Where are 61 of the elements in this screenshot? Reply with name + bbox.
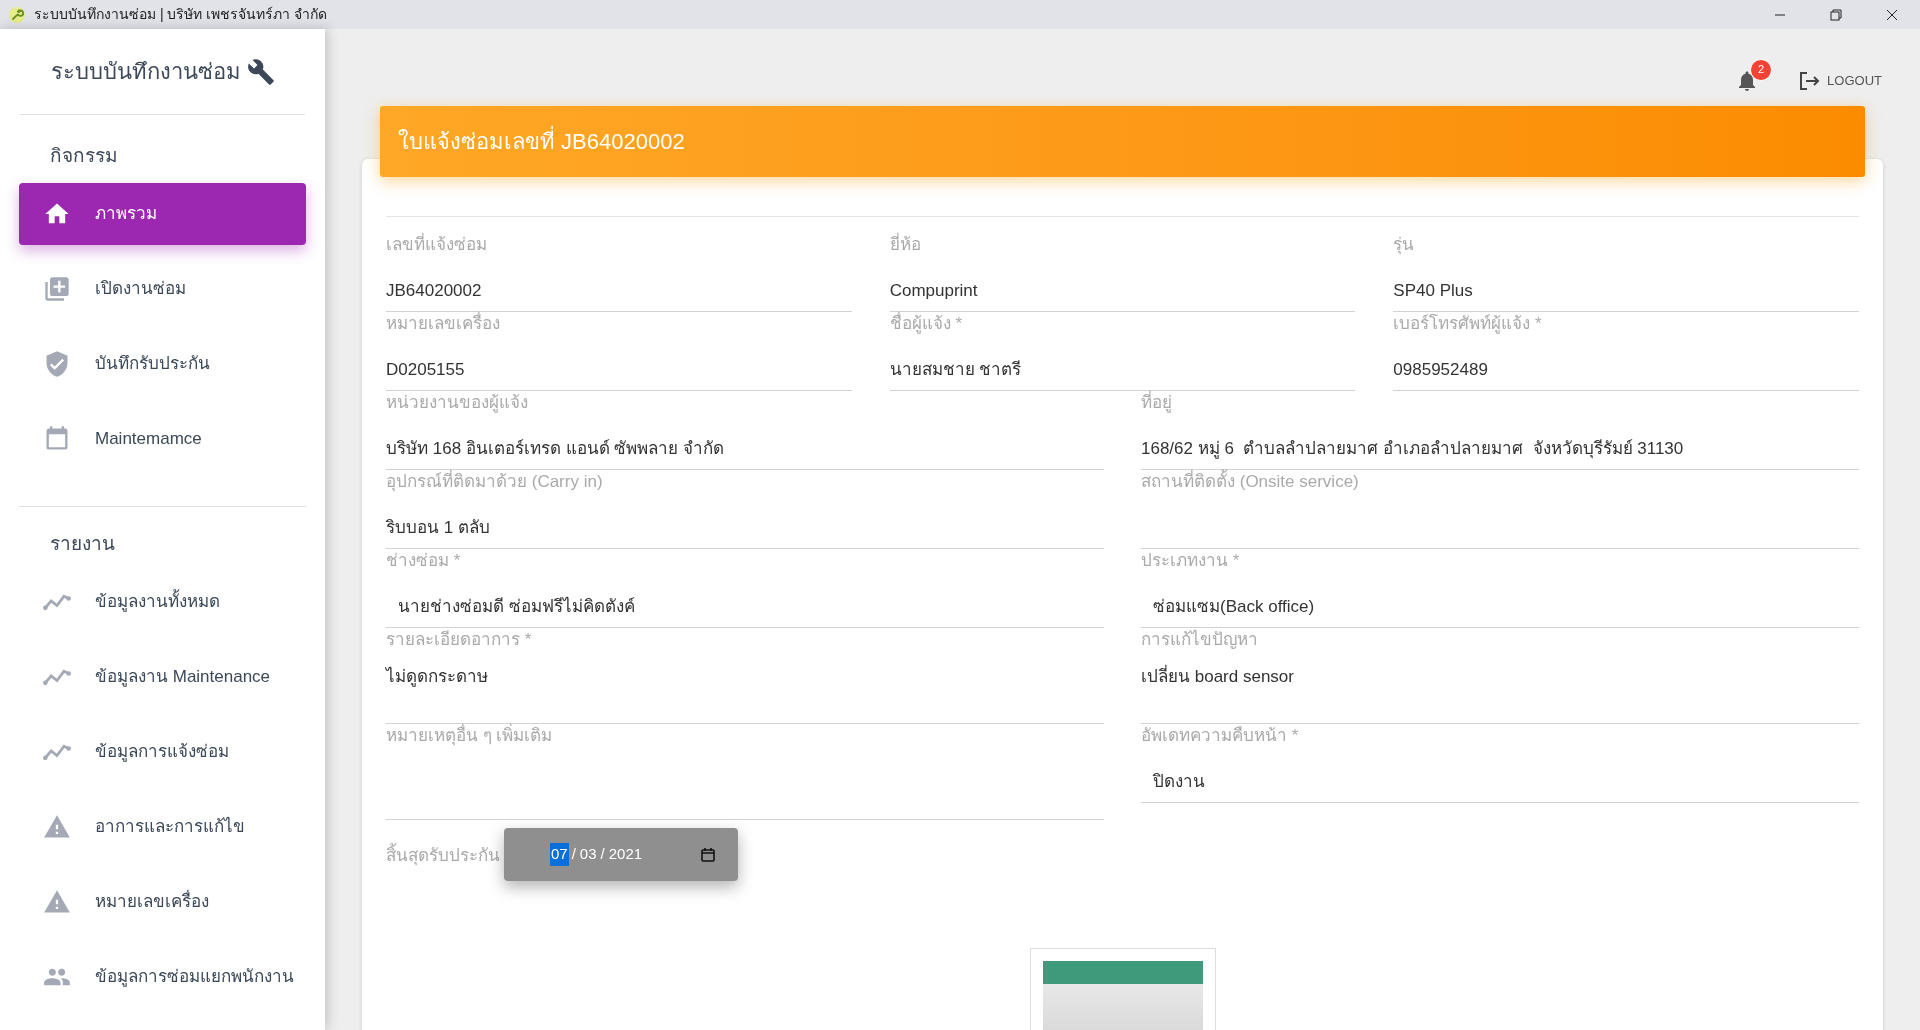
calendar-icon[interactable] [700, 846, 716, 863]
nav-item[interactable]: หมายเลขเครื่อง [19, 871, 306, 933]
restore-icon [1830, 8, 1842, 21]
warning-icon [43, 813, 71, 841]
field-label: ที่อยู่ [1141, 391, 1859, 415]
input-field[interactable]: บริษัท 168 อินเตอร์เทรด แอนด์ ซัพพลาย จำกัด [386, 415, 1104, 470]
date-input[interactable]: 07 / 03 / 2021 [504, 828, 738, 881]
input-field[interactable]: SP40 Plus [1393, 257, 1859, 312]
field-label: รุ่น [1393, 234, 1416, 257]
field-label: เลขที่แจ้งซ่อม [386, 233, 852, 257]
field-label: หมายเหตุอื่น ๆ เพิ่มเติม [386, 724, 1104, 748]
nav-item[interactable]: ข้อมูลงาน Maintenance [19, 646, 306, 708]
date-separator: / [570, 844, 577, 865]
image-thumbnail[interactable] [1029, 948, 1216, 1030]
field-label: หมายเลขเครื่อง [386, 312, 852, 336]
window-title: ระบบบันทึกงานซ่อม | บริษัท เพชรจันทร์ภา จำกัด [34, 5, 328, 24]
input-field[interactable]: 168/62 หมู่ 6 ตำบลลำปลายมาศ อำเภอลำปลายมาศ จังหวัดบุรีรัมย์ 31130 [1141, 415, 1859, 470]
field-label: สถานที่ติดตั้ง (Onsite service) [1141, 470, 1859, 494]
nav-item[interactable]: อาการและการแก้ไข [19, 796, 306, 858]
field-label: อุปกรณ์ที่ติดมาด้วย (Carry in) [386, 470, 1104, 494]
field-label: ประเภทงาน * [1141, 550, 1241, 572]
field-label: อัพเดทความคืบหน้า * [1141, 725, 1300, 747]
nav-item[interactable]: ข้อมูลการซ่อมแยกพนักงาน [19, 946, 306, 1008]
field-label: ช่างซ่อม * [386, 550, 462, 572]
date-separator: / [599, 844, 606, 865]
close-icon [1886, 8, 1898, 21]
add-copy-icon [43, 275, 71, 303]
input-field[interactable]: Compuprint [889, 257, 1356, 312]
app-title: ระบบบันทึกงานซ่อม [50, 58, 241, 86]
field-label: ยี่ห้อ [889, 233, 1356, 257]
text-area[interactable]: ไม่ดูดกระดาษ [386, 652, 1104, 724]
field-label: การแก้ไขปัญหา [1141, 628, 1259, 651]
logout-button[interactable]: LOGOUT [1797, 68, 1882, 93]
nav-item[interactable]: ข้อมูลงานทั้งหมด [19, 571, 306, 633]
notification-count: 2 [1750, 58, 1773, 81]
nav-item[interactable]: ข้อมูลการแจ้งซ่อม [19, 721, 306, 783]
input-field[interactable]: 0985952489 [1393, 336, 1859, 391]
select-field[interactable]: ปิดงาน [1141, 748, 1859, 803]
nav-item[interactable]: ภาพรวม [19, 183, 306, 245]
select-field[interactable]: นายช่างซ่อมดี ซ่อมฟรีไม่คิดตังค์ [386, 573, 1104, 628]
warning-icon [43, 888, 71, 916]
input-field[interactable]: ริบบอน 1 ตลับ [386, 494, 1104, 549]
input-field[interactable]: นายสมชาย ชาตรี [889, 336, 1356, 391]
nav-item[interactable]: เปิดงานซ่อม [19, 258, 306, 320]
field-label: รายละเอียดอาการ * [386, 629, 533, 651]
nav-item[interactable]: บันทึกรับประกัน [19, 333, 306, 395]
wrench-icon [8, 5, 26, 24]
section-heading: กิจกรรม [49, 143, 119, 168]
field-label: เบอร์โทรศัพท์ผู้แจ้ง * [1393, 312, 1543, 336]
input-field[interactable]: D0205155 [386, 336, 852, 391]
field-label: ชื่อผู้แจ้ง * [889, 312, 1356, 336]
wrench-icon [246, 57, 275, 86]
nav-item[interactable]: Maintemamce [19, 408, 306, 470]
form-header: ใบแจ้งซ่อมเลขที่ JB64020002 [380, 106, 1865, 177]
select-field[interactable]: ซ่อมแซม(Back office) [1141, 573, 1859, 628]
text-area[interactable]: เปลี่ยน board sensor [1141, 652, 1859, 724]
field-label: หน่วยงานของผู้แจ้ง [386, 392, 529, 415]
input-field[interactable]: JB64020002 [386, 257, 852, 312]
field-label: สิ้นสุดรับประกัน [386, 843, 500, 869]
section-heading: รายงาน [49, 531, 116, 556]
date-segment[interactable]: 07 [550, 843, 569, 866]
